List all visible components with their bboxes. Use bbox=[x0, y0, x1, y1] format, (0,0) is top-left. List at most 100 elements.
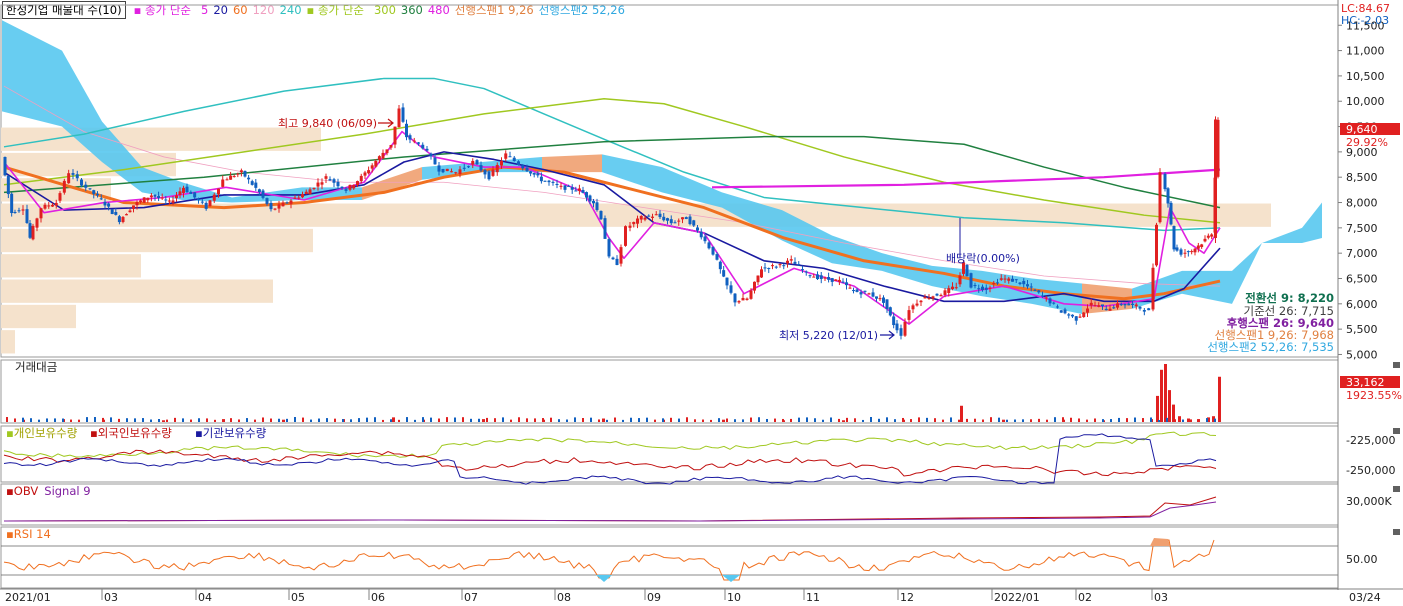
volume-bar-small bbox=[78, 419, 80, 422]
volume-bar bbox=[1164, 364, 1167, 422]
candle-body bbox=[324, 176, 328, 179]
volume-bar bbox=[162, 420, 165, 422]
volume-bar-small bbox=[1070, 417, 1072, 422]
candle-body bbox=[417, 142, 420, 144]
candle-body bbox=[200, 201, 204, 203]
volume-bar-small bbox=[1030, 419, 1032, 422]
candle-body bbox=[1138, 306, 1142, 309]
candle-body bbox=[450, 171, 453, 173]
candle-body bbox=[47, 205, 51, 207]
volume-bar-small bbox=[1174, 419, 1176, 422]
candle-body bbox=[175, 195, 178, 199]
candle-body bbox=[125, 214, 128, 216]
candle-body bbox=[632, 222, 636, 225]
candle-body bbox=[103, 201, 107, 206]
candle-body bbox=[1022, 280, 1026, 285]
volume-bar-small bbox=[454, 417, 456, 422]
candle-body bbox=[381, 152, 385, 159]
candle-body bbox=[935, 293, 939, 296]
candle-body bbox=[984, 287, 988, 290]
volume-bar-small bbox=[830, 417, 832, 422]
candle-body bbox=[628, 225, 632, 228]
candle-body bbox=[500, 160, 503, 166]
candle-body bbox=[907, 310, 911, 320]
volume-bar-small bbox=[174, 417, 176, 422]
candle-body bbox=[958, 275, 962, 285]
institution-holdings-line bbox=[3, 433, 1217, 485]
volume-bar-small bbox=[646, 417, 648, 422]
volume-bar-small bbox=[486, 417, 488, 422]
candle-body bbox=[1151, 267, 1155, 310]
candle-body bbox=[837, 279, 841, 282]
volume-bar bbox=[722, 419, 725, 422]
volume-bar bbox=[960, 405, 963, 422]
volume-bar-small bbox=[854, 418, 856, 422]
candle-body bbox=[939, 294, 943, 297]
candle-body bbox=[142, 197, 146, 203]
candle-body bbox=[146, 197, 150, 201]
candle-body bbox=[816, 274, 819, 280]
volume-bar-small bbox=[294, 417, 296, 422]
volume-bar-small bbox=[574, 417, 576, 422]
x-tick-label: 03/24 bbox=[1349, 591, 1381, 604]
candle-body bbox=[1056, 306, 1059, 308]
candle-body bbox=[21, 209, 25, 211]
candle-body bbox=[911, 305, 915, 310]
candle-body bbox=[1007, 278, 1011, 281]
volume-bar-small bbox=[822, 419, 824, 422]
volume-bar-small bbox=[1134, 417, 1136, 422]
candle-body bbox=[269, 202, 273, 210]
candle-body bbox=[927, 298, 931, 300]
volume-bar bbox=[602, 418, 605, 422]
candle-body bbox=[370, 165, 374, 169]
x-tick-label: 03 bbox=[104, 591, 118, 604]
candle-body bbox=[359, 175, 363, 182]
candle-body bbox=[673, 222, 677, 224]
candle-body bbox=[1026, 284, 1029, 287]
candle-body bbox=[845, 282, 848, 286]
high-arrow bbox=[378, 118, 394, 128]
candle-body bbox=[536, 173, 540, 176]
candle-body bbox=[863, 290, 867, 292]
volume-bar-small bbox=[694, 419, 696, 422]
volume-bar-small bbox=[542, 418, 544, 422]
low-arrow bbox=[880, 330, 895, 340]
candle-body bbox=[1116, 303, 1119, 308]
candle-body bbox=[688, 216, 692, 225]
volume-bar-small bbox=[270, 418, 272, 422]
panel-close-icon bbox=[1393, 362, 1400, 368]
candle-body bbox=[915, 303, 919, 306]
volume-bar-small bbox=[150, 419, 152, 422]
candle-body bbox=[51, 204, 54, 207]
candle-body bbox=[681, 217, 684, 220]
candle-body bbox=[221, 179, 225, 187]
candle-body bbox=[243, 170, 247, 177]
volume-bar-small bbox=[846, 417, 848, 422]
candle-body bbox=[412, 140, 416, 142]
rsi-title: ▪RSI 14 bbox=[6, 527, 51, 541]
candle-body bbox=[58, 193, 62, 201]
volume-bar-small bbox=[142, 418, 144, 422]
candle-body bbox=[121, 217, 125, 223]
candle-body bbox=[808, 275, 812, 277]
candle-body bbox=[208, 200, 212, 206]
volume-bar-small bbox=[430, 417, 432, 422]
candle-body bbox=[475, 160, 479, 165]
candle-body bbox=[250, 181, 254, 185]
volume-bar-small bbox=[710, 419, 712, 422]
candle-body bbox=[285, 202, 289, 204]
candle-body bbox=[684, 217, 688, 220]
volume-bar-small bbox=[422, 417, 424, 422]
candle-body bbox=[696, 227, 699, 231]
candle-body bbox=[639, 215, 643, 220]
candle-body bbox=[433, 157, 437, 165]
candle-body bbox=[445, 168, 449, 172]
candle-body bbox=[763, 267, 767, 269]
candle-body bbox=[458, 169, 462, 175]
candle-body bbox=[760, 269, 763, 278]
holdings-tick-1: -225,000 bbox=[1346, 434, 1395, 447]
volume-bar bbox=[1002, 419, 1005, 422]
candle-body bbox=[1158, 172, 1162, 223]
candle-body bbox=[778, 264, 782, 266]
volume-bar-small bbox=[6, 417, 8, 422]
